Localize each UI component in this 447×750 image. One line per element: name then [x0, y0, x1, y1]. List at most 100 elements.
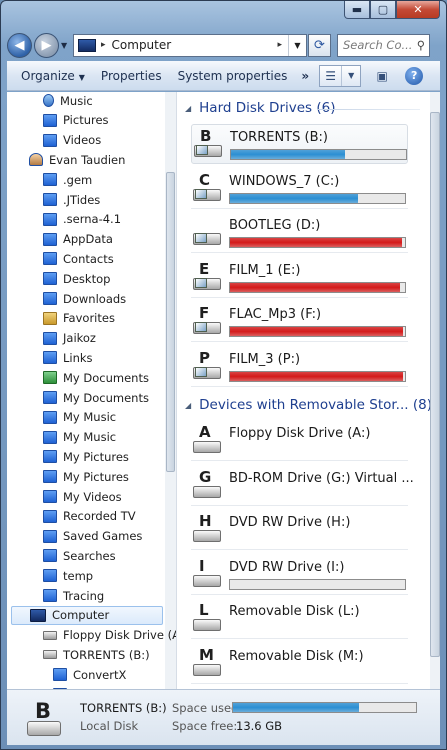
drive-name: DVD RW Drive (H:) — [229, 515, 351, 530]
address-dropdown[interactable]: ▼ — [288, 34, 306, 56]
maximize-button[interactable]: ▢ — [370, 1, 396, 19]
nav-item[interactable]: My Videos — [43, 487, 122, 506]
close-button[interactable]: ✕ — [396, 1, 440, 19]
nav-item[interactable]: My Music — [43, 408, 116, 427]
chevron-down-icon: ▼ — [78, 72, 85, 82]
folder-icon — [43, 529, 57, 543]
preview-pane-button[interactable]: ▣ — [371, 65, 393, 87]
nav-item[interactable]: .JTides — [43, 190, 100, 209]
drive-icon: I — [193, 557, 223, 589]
nav-item[interactable]: Saved Games — [43, 527, 142, 546]
nav-item[interactable]: Music — [43, 92, 93, 110]
folder-icon — [43, 272, 57, 286]
breadcrumb-separator[interactable]: ▸ — [277, 40, 282, 50]
nav-item[interactable]: Floppy Disk Drive (A — [43, 626, 176, 645]
address-bar[interactable]: ▸ Computer ▸ ▼ — [73, 33, 307, 57]
space-used-bar — [232, 702, 417, 713]
explorer-window: ▬ ▢ ✕ ◀ ▶ ▼ ▸ Computer ▸ ▼ ⟳ Search Co..… — [0, 0, 447, 750]
drive-name: Floppy Disk Drive (A:) — [229, 426, 371, 441]
capacity-bar — [229, 326, 406, 337]
drive-item[interactable]: C WINDOWS_7 (C:) — [191, 169, 408, 209]
search-icon[interactable]: ⚲ — [413, 38, 429, 52]
chevron-down-icon[interactable]: ▼ — [342, 71, 360, 80]
organize-menu[interactable]: Organize ▼ — [13, 69, 93, 83]
system-properties-button[interactable]: System properties — [170, 69, 296, 83]
folder-icon — [43, 410, 57, 424]
drive-item[interactable]: I DVD RW Drive (I:) — [191, 555, 408, 595]
drive-name: Removable Disk (L:) — [229, 604, 360, 619]
nav-item[interactable]: Videos — [43, 131, 101, 150]
nav-item[interactable]: Tracing — [43, 586, 104, 605]
more-commands-button[interactable]: » — [295, 69, 315, 83]
nav-item[interactable]: Links — [43, 348, 93, 367]
drive-item[interactable]: P FILM_3 (P:) — [191, 347, 408, 387]
nav-item[interactable]: Jaikoz — [43, 329, 96, 348]
folder-icon — [43, 549, 57, 563]
nav-item[interactable]: My Documents — [43, 388, 149, 407]
drive-item[interactable]: G BD-ROM Drive (G:) Virtual ... — [191, 466, 414, 506]
nav-item[interactable]: Desktop — [43, 269, 110, 288]
nav-item[interactable]: My Pictures — [43, 447, 129, 466]
group-header-removable[interactable]: ◢ Devices with Removable Stor... (8) — [185, 397, 432, 413]
recent-pages-dropdown[interactable]: ▼ — [61, 41, 71, 50]
nav-item[interactable]: Downloads — [43, 289, 126, 308]
drive-name: Removable Disk (M:) — [229, 648, 364, 664]
change-view-button[interactable]: ☰ ▼ — [319, 64, 362, 87]
nav-item[interactable]: My Documents — [43, 368, 149, 387]
group-header-hard-disks[interactable]: ◢ Hard Disk Drives (6) — [185, 100, 335, 116]
nav-item[interactable]: Pictures — [43, 111, 109, 130]
drive-icon — [193, 217, 223, 247]
nav-item[interactable]: Recorded TV — [43, 507, 136, 526]
nav-scrollbar[interactable] — [165, 92, 176, 689]
back-button[interactable]: ◀ — [7, 32, 32, 58]
nav-item-label: .gem — [63, 172, 93, 187]
drive-item[interactable]: F FLAC_Mp3 (F:) — [191, 302, 408, 342]
nav-scroll-thumb[interactable] — [166, 172, 175, 472]
nav-item[interactable]: temp — [43, 566, 93, 585]
search-input[interactable]: Search Co... ⚲ — [337, 33, 430, 57]
folder-icon — [43, 232, 57, 246]
drive-item[interactable]: B TORRENTS (B:) — [191, 124, 408, 164]
content-scroll-thumb[interactable] — [430, 112, 440, 657]
nav-item-label: Music — [60, 93, 93, 108]
nav-item-label: TORRENTS (B:) — [63, 647, 150, 662]
nav-item[interactable]: Contacts — [43, 249, 114, 268]
nav-item-label: My Pictures — [63, 449, 129, 464]
properties-button[interactable]: Properties — [93, 69, 170, 83]
help-button[interactable]: ? — [405, 66, 424, 85]
capacity-bar — [229, 370, 406, 382]
drive-item[interactable]: M Removable Disk (M:) — [191, 644, 408, 684]
drive-icon: A — [193, 423, 223, 455]
nav-item[interactable]: Searches — [43, 546, 116, 565]
breadcrumb-computer[interactable]: Computer — [112, 38, 276, 52]
nav-item-label: My Videos — [63, 489, 122, 504]
drive-name: DVD RW Drive (I:) — [229, 559, 345, 575]
nav-item[interactable]: .gem — [43, 170, 92, 189]
nav-item[interactable]: AppData — [43, 230, 113, 249]
nav-item[interactable]: ConvertX — [53, 665, 126, 684]
drive-item[interactable]: L Removable Disk (L:) — [191, 599, 408, 639]
nav-item[interactable]: Evan Taudien — [29, 150, 125, 169]
view-list-icon[interactable]: ☰ — [320, 65, 343, 86]
star-folder-icon — [43, 311, 57, 325]
drive-item[interactable]: A Floppy Disk Drive (A:) — [191, 421, 408, 461]
nav-item[interactable]: .serna-4.1 — [43, 210, 121, 229]
collapse-arrow-icon[interactable]: ◢ — [185, 104, 191, 113]
drive-item[interactable]: H DVD RW Drive (H:) — [191, 510, 408, 550]
drive-item[interactable]: E FILM_1 (E:) — [191, 258, 408, 298]
nav-item[interactable]: Favorites — [43, 309, 115, 328]
forward-button[interactable]: ▶ — [34, 32, 59, 58]
nav-item[interactable]: Computer — [11, 605, 163, 625]
refresh-button[interactable]: ⟳ — [308, 33, 331, 57]
minimize-button[interactable]: ▬ — [344, 1, 370, 19]
content-scrollbar[interactable] — [430, 92, 440, 689]
nav-item[interactable]: My Music — [43, 428, 116, 447]
breadcrumb-separator[interactable]: ▸ — [101, 40, 106, 50]
nav-item[interactable]: My Pictures — [43, 467, 129, 486]
folder-icon — [43, 212, 57, 226]
drive-icon: B — [194, 127, 224, 159]
nav-item[interactable]: TORRENTS (B:) — [43, 645, 150, 664]
drive-item[interactable]: BOOTLEG (D:) — [191, 213, 408, 253]
preview-pane-icon: ▣ — [376, 68, 388, 83]
collapse-arrow-icon[interactable]: ◢ — [185, 401, 191, 410]
